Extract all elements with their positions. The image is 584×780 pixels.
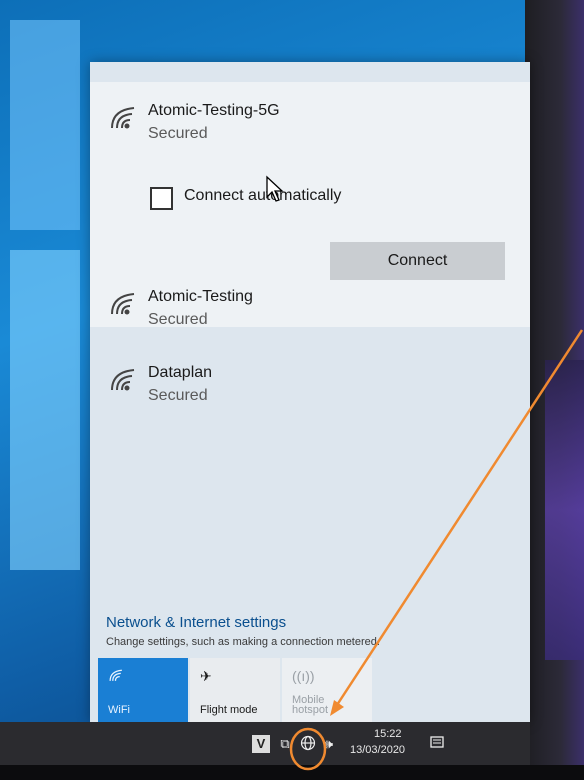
monitor-bezel [0,765,584,780]
flight-mode-label: Flight mode [200,704,258,716]
clock-date[interactable]: 13/03/2020 [350,744,405,756]
hotspot-icon: ((ı)) [292,668,315,684]
network-ssid: Dataplan [148,364,213,381]
device-tray-icon[interactable]: ⧉ [276,735,294,753]
app-tray-icon[interactable]: V [252,735,270,753]
network-ssid: Atomic-Testing [148,288,253,305]
network-globe-icon[interactable] [299,735,317,753]
connect-automatically-label: Connect automatically [184,187,342,204]
wifi-icon [108,366,138,392]
connect-automatically-checkbox[interactable] [150,187,173,210]
network-flyout: Atomic-Testing-5G Secured Connect automa… [90,62,530,722]
wifi-icon [108,668,124,685]
wifi-icon [108,104,138,130]
notification-icon[interactable] [428,735,446,753]
network-ssid: Atomic-Testing-5G [148,102,280,119]
windows-logo-pane [10,250,80,570]
network-status: Secured [148,311,208,328]
clock-time[interactable]: 15:22 [374,728,402,740]
flight-mode-quick-action[interactable]: ✈ Flight mode [190,658,280,722]
connect-button[interactable]: Connect [330,242,505,280]
wifi-label: WiFi [108,704,130,716]
network-settings-link[interactable]: Network & Internet settings [106,614,286,631]
network-item[interactable]: Atomic-Testing Secured [90,280,530,340]
background-glow [545,360,584,660]
mobile-hotspot-label: hotspot [292,704,329,716]
wifi-icon [108,290,138,316]
network-status: Secured [148,125,208,142]
mouse-cursor-icon [266,175,284,202]
volume-icon[interactable]: 🕪 [320,735,338,753]
windows-logo-pane [10,20,80,230]
taskbar: V ⧉ 🕪 15:22 13/03/2020 [0,722,530,766]
airplane-icon: ✈ [200,668,212,684]
network-settings-description: Change settings, such as making a connec… [106,636,380,648]
network-item[interactable]: Dataplan Secured [90,356,530,416]
network-status: Secured [148,387,208,404]
mobile-hotspot-quick-action[interactable]: ((ı)) Mobile hotspot [282,658,372,722]
wifi-quick-action[interactable]: WiFi [98,658,188,722]
